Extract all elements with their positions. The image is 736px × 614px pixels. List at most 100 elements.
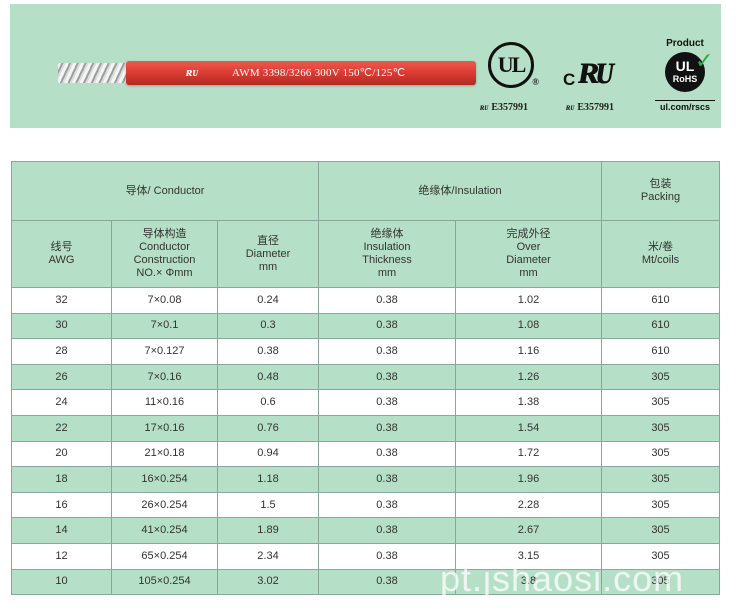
cell-packing: 305 (601, 466, 720, 493)
cell-thickness: 0.38 (318, 466, 456, 493)
table-row: 16 26×0.254 1.5 0.38 2.28 305 (11, 491, 720, 519)
cell-thickness: 0.38 (318, 338, 456, 365)
ul-cert-number: ʀᴜ E357991 (480, 102, 528, 113)
rohs-url: ul.com/rscs (655, 100, 715, 112)
cell-awg: 12 (11, 542, 112, 570)
cell-awg: 32 (11, 287, 112, 314)
cell-construction: 7×0.08 (111, 287, 218, 314)
c-ur-logo: C ʀᴜ (563, 47, 645, 94)
col-over-diameter: 完成外径 Over Diameter mm (455, 220, 602, 288)
cell-awg: 24 (11, 389, 112, 416)
cell-diameter: 1.89 (217, 517, 319, 544)
col-thickness-en1: Insulation (363, 241, 411, 253)
cell-thickness: 0.38 (318, 312, 456, 340)
col-thickness-unit: mm (377, 267, 397, 279)
cell-construction: 17×0.16 (111, 414, 218, 442)
cell-construction: 105×0.254 (111, 568, 218, 596)
cell-construction: 7×0.127 (111, 338, 218, 365)
col-over-en2: Diameter (506, 254, 551, 266)
ul-cert-text: E357991 (491, 102, 529, 113)
cell-over-diameter: 2.28 (455, 491, 602, 519)
cell-packing: 610 (601, 312, 720, 340)
cell-awg: 10 (11, 568, 112, 596)
cell-packing: 610 (601, 287, 720, 314)
table-row: 28 7×0.127 0.38 0.38 1.16 610 (11, 338, 720, 365)
cell-thickness: 0.38 (318, 363, 456, 391)
ur-mini-icon: ʀᴜ (480, 102, 489, 112)
cell-thickness: 0.38 (318, 517, 456, 544)
col-construction-cn: 导体构造 (142, 228, 187, 240)
cell-over-diameter: 1.26 (455, 363, 602, 391)
col-thickness: 绝缘体 Insulation Thickness mm (318, 220, 456, 288)
col-diameter-cn: 直径 (257, 234, 279, 247)
col-diameter: 直径 Diameter mm (217, 220, 319, 288)
cell-over-diameter: 1.08 (455, 312, 602, 340)
cell-diameter: 2.34 (217, 542, 319, 570)
cell-awg: 16 (11, 491, 112, 519)
cell-over-diameter: 1.96 (455, 466, 602, 493)
cell-thickness: 0.38 (318, 568, 456, 596)
col-packing-cn: 米/卷 (647, 241, 674, 253)
cell-packing: 305 (601, 414, 720, 442)
table-row: 24 11×0.16 0.6 0.38 1.38 305 (11, 389, 720, 416)
cell-construction: 26×0.254 (111, 491, 218, 519)
col-construction-en1: Conductor (139, 241, 190, 253)
header-insulation: 绝缘体/Insulation (318, 161, 602, 221)
ur-mini-icon: ʀᴜ (566, 102, 575, 112)
col-construction-unit: NO.× Φmm (136, 267, 193, 279)
col-construction-en2: Construction (133, 254, 196, 266)
c-ur-c: C (563, 70, 576, 89)
header-packing-en: Packing (640, 191, 681, 203)
cell-construction: 7×0.16 (111, 363, 218, 391)
cell-diameter: 1.5 (217, 491, 319, 519)
cell-diameter: 0.76 (217, 414, 319, 442)
cell-thickness: 0.38 (318, 414, 456, 442)
wire-print-text: AWM 3398/3266 300V 150℃/125℃ (232, 67, 406, 79)
cell-packing: 305 (601, 363, 720, 391)
c-ur-mark-icon: ʀᴜ (579, 47, 614, 93)
cell-packing: 305 (601, 517, 720, 544)
table-row: 18 16×0.254 1.18 0.38 1.96 305 (11, 466, 720, 493)
cell-awg: 26 (11, 363, 112, 391)
header-packing-cn: 包装 (649, 178, 672, 190)
cell-packing: 305 (601, 491, 720, 519)
col-diameter-unit: mm (258, 260, 278, 273)
cell-thickness: 0.38 (318, 542, 456, 570)
cell-diameter: 1.18 (217, 466, 319, 493)
col-thickness-en2: Thickness (362, 254, 412, 266)
cell-construction: 21×0.18 (111, 440, 218, 468)
col-diameter-en: Diameter (245, 247, 291, 260)
spec-table: 导体/ Conductor 绝缘体/Insulation 包装 Packing … (11, 161, 720, 596)
col-awg-en: AWG (48, 254, 75, 266)
check-icon: ✓ (695, 48, 714, 73)
watermark: pt.jshaosi.com (440, 558, 685, 599)
cell-construction: 65×0.254 (111, 542, 218, 570)
col-construction: 导体构造 Conductor Construction NO.× Φmm (111, 220, 218, 288)
cell-over-diameter: 2.67 (455, 517, 602, 544)
cur-cert-number: ʀᴜ E357991 (566, 102, 614, 113)
cell-awg: 28 (11, 338, 112, 365)
table-row: 26 7×0.16 0.48 0.38 1.26 305 (11, 363, 720, 391)
cell-awg: 20 (11, 440, 112, 468)
cell-over-diameter: 1.02 (455, 287, 602, 314)
col-over-en1: Over (516, 241, 541, 253)
col-awg: 线号 AWG (11, 220, 112, 288)
cell-diameter: 0.3 (217, 312, 319, 340)
table-row: 32 7×0.08 0.24 0.38 1.02 610 (11, 287, 720, 314)
table-column-header: 线号 AWG 导体构造 Conductor Construction NO.× … (11, 220, 720, 288)
ul-listed-logo: UL ® (488, 42, 539, 88)
cell-construction: 7×0.1 (111, 312, 218, 340)
col-packing: 米/卷 Mt/coils (601, 220, 720, 288)
col-awg-cn: 线号 (50, 241, 73, 253)
cell-packing: 305 (601, 389, 720, 416)
cell-thickness: 0.38 (318, 440, 456, 468)
cell-diameter: 3.02 (217, 568, 319, 596)
cell-awg: 22 (11, 414, 112, 442)
cell-over-diameter: 1.54 (455, 414, 602, 442)
table-row: 20 21×0.18 0.94 0.38 1.72 305 (11, 440, 720, 468)
header-packing: 包装 Packing (601, 161, 720, 221)
col-packing-en: Mt/coils (641, 254, 680, 266)
product-banner: ʀᴜ AWM 3398/3266 300V 150℃/125℃ UL ® ʀᴜ E3… (10, 4, 721, 128)
cell-over-diameter: 1.38 (455, 389, 602, 416)
cell-construction: 41×0.254 (111, 517, 218, 544)
